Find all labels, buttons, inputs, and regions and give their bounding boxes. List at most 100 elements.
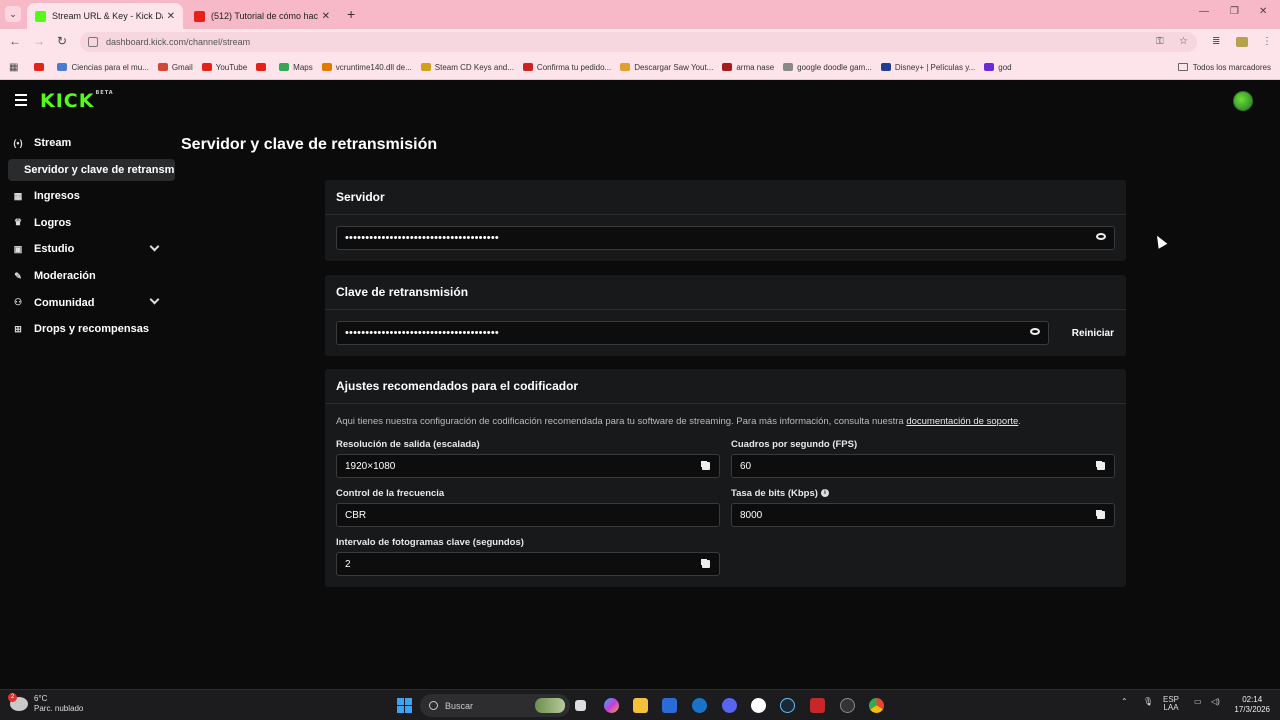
kick-logo[interactable]: KICKBETA bbox=[40, 90, 114, 112]
epic-icon[interactable] bbox=[751, 698, 766, 713]
bookmark-favicon-icon bbox=[783, 63, 794, 71]
server-field[interactable]: •••••••••••••••••••••••••••••••••••••• bbox=[336, 226, 1115, 250]
bookmark-item[interactable]: vcruntime140.dll de... bbox=[321, 63, 412, 72]
tab-search-button[interactable]: ⌄ bbox=[5, 6, 21, 22]
bookmark-item[interactable] bbox=[256, 63, 270, 71]
url-input[interactable]: dashboard.kick.com/channel/stream bbox=[80, 32, 1197, 52]
obs-icon[interactable] bbox=[840, 698, 855, 713]
reload-icon[interactable]: ↻ bbox=[57, 34, 67, 48]
media-queue-icon[interactable]: ≣ bbox=[1212, 36, 1220, 47]
new-tab-icon[interactable]: + bbox=[347, 6, 355, 22]
cloud-icon: 2 bbox=[8, 693, 28, 711]
chevron-down-icon[interactable] bbox=[149, 241, 160, 252]
tab-kick-dashboard[interactable]: Stream URL & Key - Kick Dashb ✕ bbox=[27, 3, 183, 29]
minimize-icon[interactable]: — bbox=[1199, 6, 1209, 17]
bookmark-item[interactable]: god bbox=[984, 63, 1012, 72]
system-clock[interactable]: 02:14 17/3/2026 bbox=[1234, 695, 1270, 715]
user-avatar[interactable] bbox=[1233, 91, 1253, 111]
restore-icon[interactable]: ❐ bbox=[1230, 6, 1239, 17]
volume-icon[interactable]: ◁) bbox=[1211, 698, 1220, 706]
steam-icon[interactable] bbox=[780, 698, 795, 713]
tray-overflow-icon[interactable]: ⌃ bbox=[1121, 698, 1128, 706]
hamburger-menu-icon[interactable] bbox=[15, 94, 27, 109]
sidebar-item-label: Moderación bbox=[34, 270, 96, 283]
info-icon[interactable]: i bbox=[820, 489, 829, 498]
sidebar-item-ingresos[interactable]: ▦ Ingresos bbox=[0, 183, 175, 210]
close-tab-icon[interactable]: ✕ bbox=[322, 11, 330, 22]
rate-control-field[interactable]: CBR bbox=[336, 503, 720, 527]
forward-icon[interactable]: → bbox=[33, 34, 45, 48]
store-icon[interactable] bbox=[662, 698, 677, 713]
keyframe-value: 2 bbox=[345, 558, 351, 570]
support-docs-link[interactable]: documentación de soporte bbox=[906, 416, 1018, 427]
all-bookmarks-button[interactable]: Todos los marcadores bbox=[1177, 63, 1271, 72]
folder-icon bbox=[1177, 63, 1188, 71]
fps-field[interactable]: 60 bbox=[731, 454, 1115, 478]
bookmark-item[interactable]: Gmail bbox=[157, 63, 193, 72]
copy-icon[interactable] bbox=[702, 560, 710, 568]
reset-key-button[interactable]: Reiniciar bbox=[1064, 321, 1122, 345]
taskbar-search[interactable]: Buscar bbox=[420, 694, 570, 717]
bookmark-item[interactable]: Steam CD Keys and... bbox=[420, 63, 514, 72]
chrome-icon[interactable] bbox=[869, 698, 884, 713]
sidebar-item-moderacion[interactable]: ✎ Moderación bbox=[0, 263, 175, 290]
sidebar-item-estudio[interactable]: ▣ Estudio bbox=[0, 236, 175, 263]
bookmark-item[interactable] bbox=[34, 63, 48, 71]
chevron-down-icon[interactable] bbox=[149, 294, 160, 305]
close-tab-icon[interactable]: ✕ bbox=[167, 11, 175, 22]
bookmark-label: Confirma tu pedido... bbox=[536, 62, 612, 72]
sidebar-item-comunidad[interactable]: ⚇ Comunidad bbox=[0, 289, 175, 316]
bookmarks-bar: ▦ Ciencias para el mu... Gmail YouTube Maps… bbox=[0, 55, 1280, 80]
copy-icon[interactable] bbox=[702, 462, 710, 470]
bitrate-label-text: Tasa de bits (Kbps) bbox=[731, 488, 818, 499]
address-bar-row: ← → ↻ dashboard.kick.com/channel/stream … bbox=[0, 29, 1280, 55]
sidebar-subitem-server-key[interactable]: Servidor y clave de retransmisión bbox=[8, 158, 175, 181]
game-launcher-icon[interactable] bbox=[810, 698, 825, 713]
microphone-icon[interactable]: 🎙 bbox=[1143, 698, 1153, 706]
resolution-field[interactable]: 1920×1080 bbox=[336, 454, 720, 478]
wrench-icon: ✎ bbox=[14, 270, 22, 281]
sidebar-item-drops[interactable]: ⊞ Drops y recompensas bbox=[0, 316, 175, 343]
bookmark-item[interactable]: google doodle gam... bbox=[783, 63, 872, 72]
copilot-icon[interactable] bbox=[604, 698, 619, 713]
encoder-heading: Ajustes recomendados para el codificador bbox=[325, 369, 1126, 404]
bookmark-item[interactable]: Ciencias para el mu... bbox=[57, 63, 149, 72]
edge-icon[interactable] bbox=[692, 698, 707, 713]
language-indicator[interactable]: ESP LAA bbox=[1163, 696, 1179, 712]
bookmark-item[interactable]: YouTube bbox=[201, 63, 247, 72]
bookmark-item[interactable]: Maps bbox=[279, 63, 313, 72]
back-icon[interactable]: ← bbox=[9, 34, 21, 48]
bookmark-item[interactable]: Confirma tu pedido... bbox=[522, 62, 612, 72]
sidebar-item-logros[interactable]: ♛ Logros bbox=[0, 209, 175, 236]
stream-key-card: Clave de retransmisión •••••••••••••••••… bbox=[325, 275, 1126, 356]
apps-grid-icon[interactable]: ▦ bbox=[9, 62, 18, 73]
keyframe-field[interactable]: 2 bbox=[336, 552, 720, 576]
bookmark-favicon-icon bbox=[984, 63, 995, 71]
bookmark-item[interactable]: arma nase bbox=[722, 63, 774, 72]
task-view-icon[interactable] bbox=[575, 700, 586, 711]
bookmark-item[interactable]: Descargar Saw Yout... bbox=[620, 63, 713, 72]
close-window-icon[interactable]: ✕ bbox=[1259, 6, 1267, 17]
file-explorer-icon[interactable] bbox=[633, 698, 648, 713]
trophy-icon: ♛ bbox=[13, 217, 23, 228]
copy-icon[interactable] bbox=[1097, 511, 1105, 519]
stream-key-field[interactable]: •••••••••••••••••••••••••••••••••••••• bbox=[336, 321, 1049, 345]
sidebar-item-stream[interactable]: (•) Stream bbox=[0, 130, 175, 157]
extension-icon[interactable] bbox=[1236, 37, 1248, 47]
beta-badge: BETA bbox=[95, 90, 114, 96]
bookmark-star-icon[interactable]: ☆ bbox=[1179, 36, 1188, 47]
bookmark-item[interactable]: Disney+ | Películas y... bbox=[880, 63, 975, 72]
password-key-icon[interactable]: ⚿ bbox=[1156, 36, 1164, 47]
eye-icon[interactable] bbox=[1096, 233, 1106, 240]
tab-youtube-tutorial[interactable]: (512) Tutorial de cómo hacer d ✕ bbox=[186, 3, 338, 29]
sidebar-item-label: Logros bbox=[34, 216, 72, 229]
site-info-icon[interactable] bbox=[88, 37, 98, 47]
eye-icon[interactable] bbox=[1030, 328, 1040, 335]
copy-icon[interactable] bbox=[1097, 462, 1105, 470]
discord-icon[interactable] bbox=[722, 698, 737, 713]
browser-menu-icon[interactable]: ⋮ bbox=[1262, 36, 1272, 47]
weather-widget[interactable]: 2 6°C Parc. nublado bbox=[8, 693, 83, 714]
bitrate-field[interactable]: 8000 bbox=[731, 503, 1115, 527]
windows-start-icon[interactable] bbox=[397, 698, 412, 713]
network-icon[interactable]: ▭ bbox=[1194, 698, 1202, 706]
